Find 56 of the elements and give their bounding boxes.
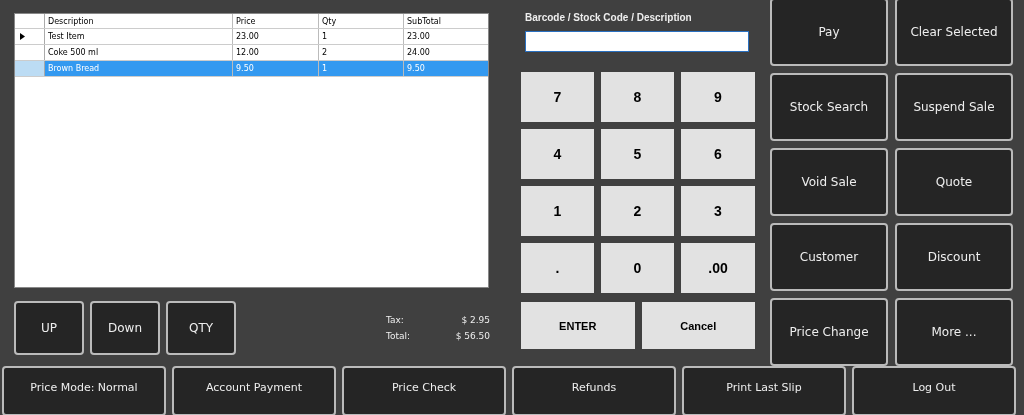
nav-button[interactable]: QTY [166,301,236,355]
table-cell-text: 23.00 [406,31,431,43]
table-cell: 9.50 [404,61,488,76]
keypad-key[interactable]: 2 [601,186,674,236]
total-value: $ 56.50 [454,331,491,341]
bottom-bar-button[interactable]: Account Payment [172,366,336,415]
bottom-bar-button[interactable]: Print Last Slip [682,366,846,415]
table-cell: 1 [319,29,404,44]
table-cell: Test Item [45,29,233,44]
action-button[interactable]: Pay [770,0,888,66]
bottom-bar-button[interactable]: Refunds [512,366,676,415]
keypad-key[interactable]: 1 [521,186,594,236]
keypad-key[interactable]: 7 [521,72,594,122]
action-button[interactable]: Price Change [770,298,888,366]
keypad-key[interactable]: 0 [601,243,674,293]
keypad-key[interactable]: 6 [681,129,755,179]
bottom-bar-button[interactable]: Price Check [342,366,506,415]
action-button[interactable]: Discount [895,223,1013,291]
keypad-key[interactable]: 4 [521,129,594,179]
action-button[interactable]: Stock Search [770,73,888,141]
total-label: Tax: [386,315,405,325]
table-cell-text: 24.00 [406,47,431,59]
table-cell: 1 [319,61,404,76]
bottom-bar-button[interactable]: Log Out [852,366,1016,415]
keypad-key[interactable]: .00 [681,243,755,293]
table-cell: 23.00 [233,29,319,44]
column-header[interactable]: Description [45,14,233,28]
column-header[interactable]: Price [233,14,319,28]
search-field[interactable] [525,31,749,52]
nav-button[interactable]: Down [90,301,160,355]
action-button[interactable]: Customer [770,223,888,291]
table-cell: 2 [319,45,404,60]
keypad-action-button[interactable]: ENTER [521,302,635,349]
bottom-bar-button[interactable]: Price Mode: Normal [2,366,166,415]
search-label: Barcode / Stock Code / Description [525,12,693,23]
keypad-key[interactable]: . [521,243,594,293]
table-cell: 9.50 [233,61,319,76]
nav-button[interactable]: UP [14,301,84,355]
keypad-key[interactable]: 8 [601,72,674,122]
action-button[interactable]: Clear Selected [895,0,1013,66]
current-row-icon [20,33,25,40]
total-value: $ 2.95 [460,315,491,325]
action-button[interactable]: Void Sale [770,148,888,216]
action-button[interactable]: More ... [895,298,1013,366]
keypad-action-button[interactable]: Cancel [641,302,755,349]
action-button[interactable]: Quote [895,148,1013,216]
keypad-key[interactable]: 9 [681,72,755,122]
table-cell: Coke 500 ml [45,45,233,60]
total-label: Total: [386,331,411,341]
keypad-key[interactable]: 5 [601,129,674,179]
column-header[interactable]: SubTotal [404,14,488,28]
column-header[interactable]: Qty [319,14,404,28]
keypad-key[interactable]: 3 [681,186,755,236]
action-button[interactable]: Suspend Sale [895,73,1013,141]
table-cell: 12.00 [233,45,319,60]
table-cell: Brown Bread [45,61,233,76]
